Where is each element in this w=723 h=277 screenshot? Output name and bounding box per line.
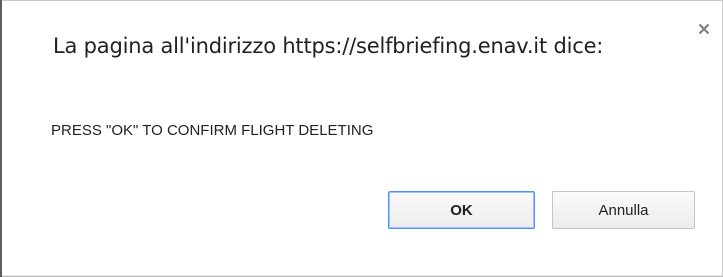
alert-dialog: La pagina all'indirizzo https://selfbrie… bbox=[2, 0, 723, 277]
ok-button[interactable]: OK bbox=[388, 191, 535, 229]
cancel-button[interactable]: Annulla bbox=[552, 191, 695, 229]
page: La pagina all'indirizzo https://selfbrie… bbox=[0, 0, 723, 277]
dialog-title: La pagina all'indirizzo https://selfbrie… bbox=[53, 34, 604, 58]
close-icon[interactable] bbox=[696, 21, 712, 37]
dialog-message: PRESS "OK" TO CONFIRM FLIGHT DELETING bbox=[51, 122, 374, 139]
